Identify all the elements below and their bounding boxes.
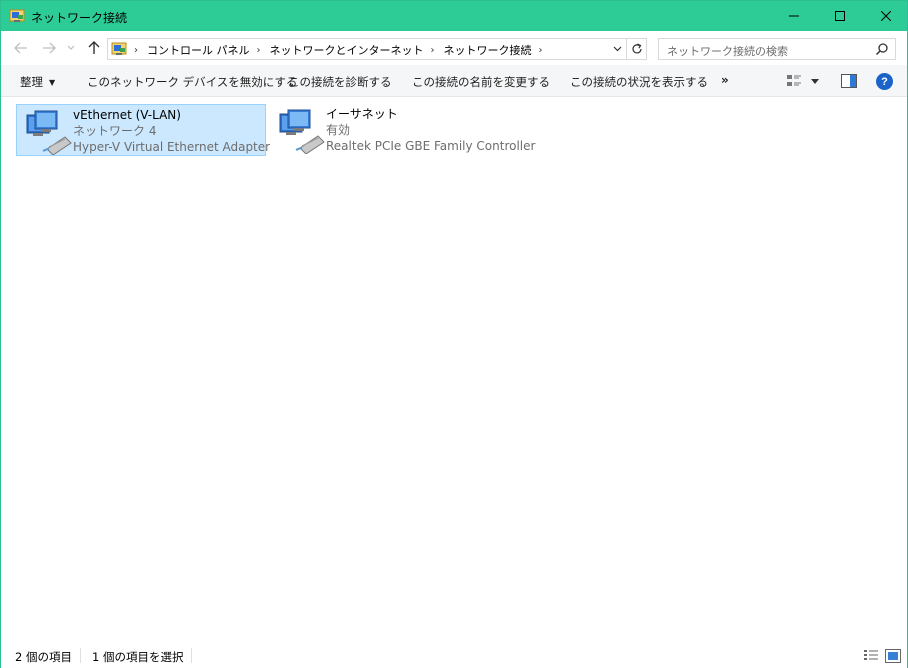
minimize-icon [789, 15, 799, 17]
breadcrumb-separator[interactable]: › [134, 45, 138, 56]
chevron-down-icon [613, 46, 621, 52]
search-input[interactable]: ネットワーク接続の検索 [658, 38, 896, 60]
view-status-button[interactable]: この接続の状況を表示する [570, 74, 708, 90]
network-connections-icon [9, 9, 25, 22]
breadcrumb-separator[interactable]: › [431, 45, 435, 56]
selected-count: 1 個の項目を選択 [92, 650, 184, 664]
connection-details: vEthernet (V-LAN) ネットワーク 4 Hyper-V Virtu… [73, 107, 270, 155]
change-view-icon[interactable] [786, 74, 802, 88]
connection-network: ネットワーク 4 [73, 124, 157, 138]
arrow-right-icon [43, 42, 56, 54]
search-icon[interactable] [875, 42, 889, 56]
connection-item[interactable]: イーサネット 有効 Realtek PCIe GBE Family Contro… [270, 104, 535, 156]
window-title: ネットワーク接続 [31, 11, 128, 25]
control-panel-icon [111, 42, 127, 55]
disable-device-button[interactable]: このネットワーク デバイスを無効にする [87, 74, 297, 90]
breadcrumb-network-internet[interactable]: ネットワークとインターネット [270, 42, 424, 58]
command-bar: 整理 ▼ このネットワーク デバイスを無効にする この接続を診断する この接続の名… [1, 65, 907, 97]
minimize-button[interactable] [771, 1, 817, 31]
status-divider [80, 648, 81, 663]
details-view-icon[interactable] [863, 649, 879, 663]
breadcrumb-network-connections[interactable]: ネットワーク接続 [444, 42, 532, 58]
dropdown-arrow-icon: ▼ [49, 78, 56, 87]
back-button[interactable] [11, 39, 31, 57]
connection-network: 有効 [326, 123, 351, 137]
close-icon [881, 11, 891, 21]
maximize-button[interactable] [817, 1, 863, 31]
refresh-button[interactable] [626, 39, 646, 59]
organize-label: 整理 [20, 75, 43, 89]
network-adapter-icon [26, 110, 72, 155]
connection-item[interactable]: vEthernet (V-LAN) ネットワーク 4 Hyper-V Virtu… [16, 104, 270, 156]
arrow-up-icon [88, 41, 100, 54]
arrow-left-icon [14, 42, 27, 54]
maximize-icon [835, 11, 845, 21]
forward-button[interactable] [39, 39, 59, 57]
close-button[interactable] [863, 1, 908, 31]
preview-pane-icon[interactable] [841, 74, 857, 88]
connection-name: イーサネット [326, 107, 398, 121]
address-dropdown-button[interactable] [610, 42, 624, 56]
up-button[interactable] [84, 39, 104, 57]
network-adapter-icon [279, 109, 325, 154]
item-count: 2 個の項目 [15, 650, 72, 664]
breadcrumb: › コントロール パネル › ネットワークとインターネット › ネットワーク接続… [134, 42, 552, 58]
view-options-dropdown[interactable] [810, 76, 820, 86]
refresh-icon [631, 43, 642, 54]
breadcrumb-separator[interactable]: › [257, 45, 261, 56]
chevron-down-icon [67, 45, 75, 50]
connection-adapter: Hyper-V Virtual Ethernet Adapter [73, 140, 271, 154]
large-icons-view-icon[interactable] [885, 649, 901, 663]
title-bar[interactable]: ネットワーク接続 [1, 1, 907, 31]
breadcrumb-control-panel[interactable]: コントロール パネル [147, 42, 250, 58]
connection-name: vEthernet (V-LAN) [73, 108, 181, 122]
dropdown-arrow-icon [811, 78, 819, 84]
status-bar: 2 個の項目 1 個の項目を選択 [1, 644, 907, 668]
explorer-window: ネットワーク接続 › コントロール パネル › ネットワークとインターネット ›… [0, 0, 908, 668]
more-commands-button[interactable]: » [721, 73, 729, 87]
rename-connection-button[interactable]: この接続の名前を変更する [412, 74, 550, 90]
address-row: › コントロール パネル › ネットワークとインターネット › ネットワーク接続… [1, 31, 907, 65]
connections-list: vEthernet (V-LAN) ネットワーク 4 Hyper-V Virtu… [1, 98, 907, 641]
recent-locations-button[interactable] [64, 39, 78, 57]
status-divider [191, 648, 192, 663]
help-icon[interactable]: ? [876, 73, 893, 90]
connection-details: イーサネット 有効 Realtek PCIe GBE Family Contro… [326, 106, 535, 154]
search-placeholder: ネットワーク接続の検索 [667, 45, 788, 58]
organize-button[interactable]: 整理 ▼ [20, 74, 55, 90]
diagnose-connection-button[interactable]: この接続を診断する [288, 74, 392, 90]
breadcrumb-separator[interactable]: › [539, 45, 543, 56]
connection-adapter: Realtek PCIe GBE Family Controller [326, 139, 536, 153]
address-bar[interactable]: › コントロール パネル › ネットワークとインターネット › ネットワーク接続… [107, 38, 647, 60]
